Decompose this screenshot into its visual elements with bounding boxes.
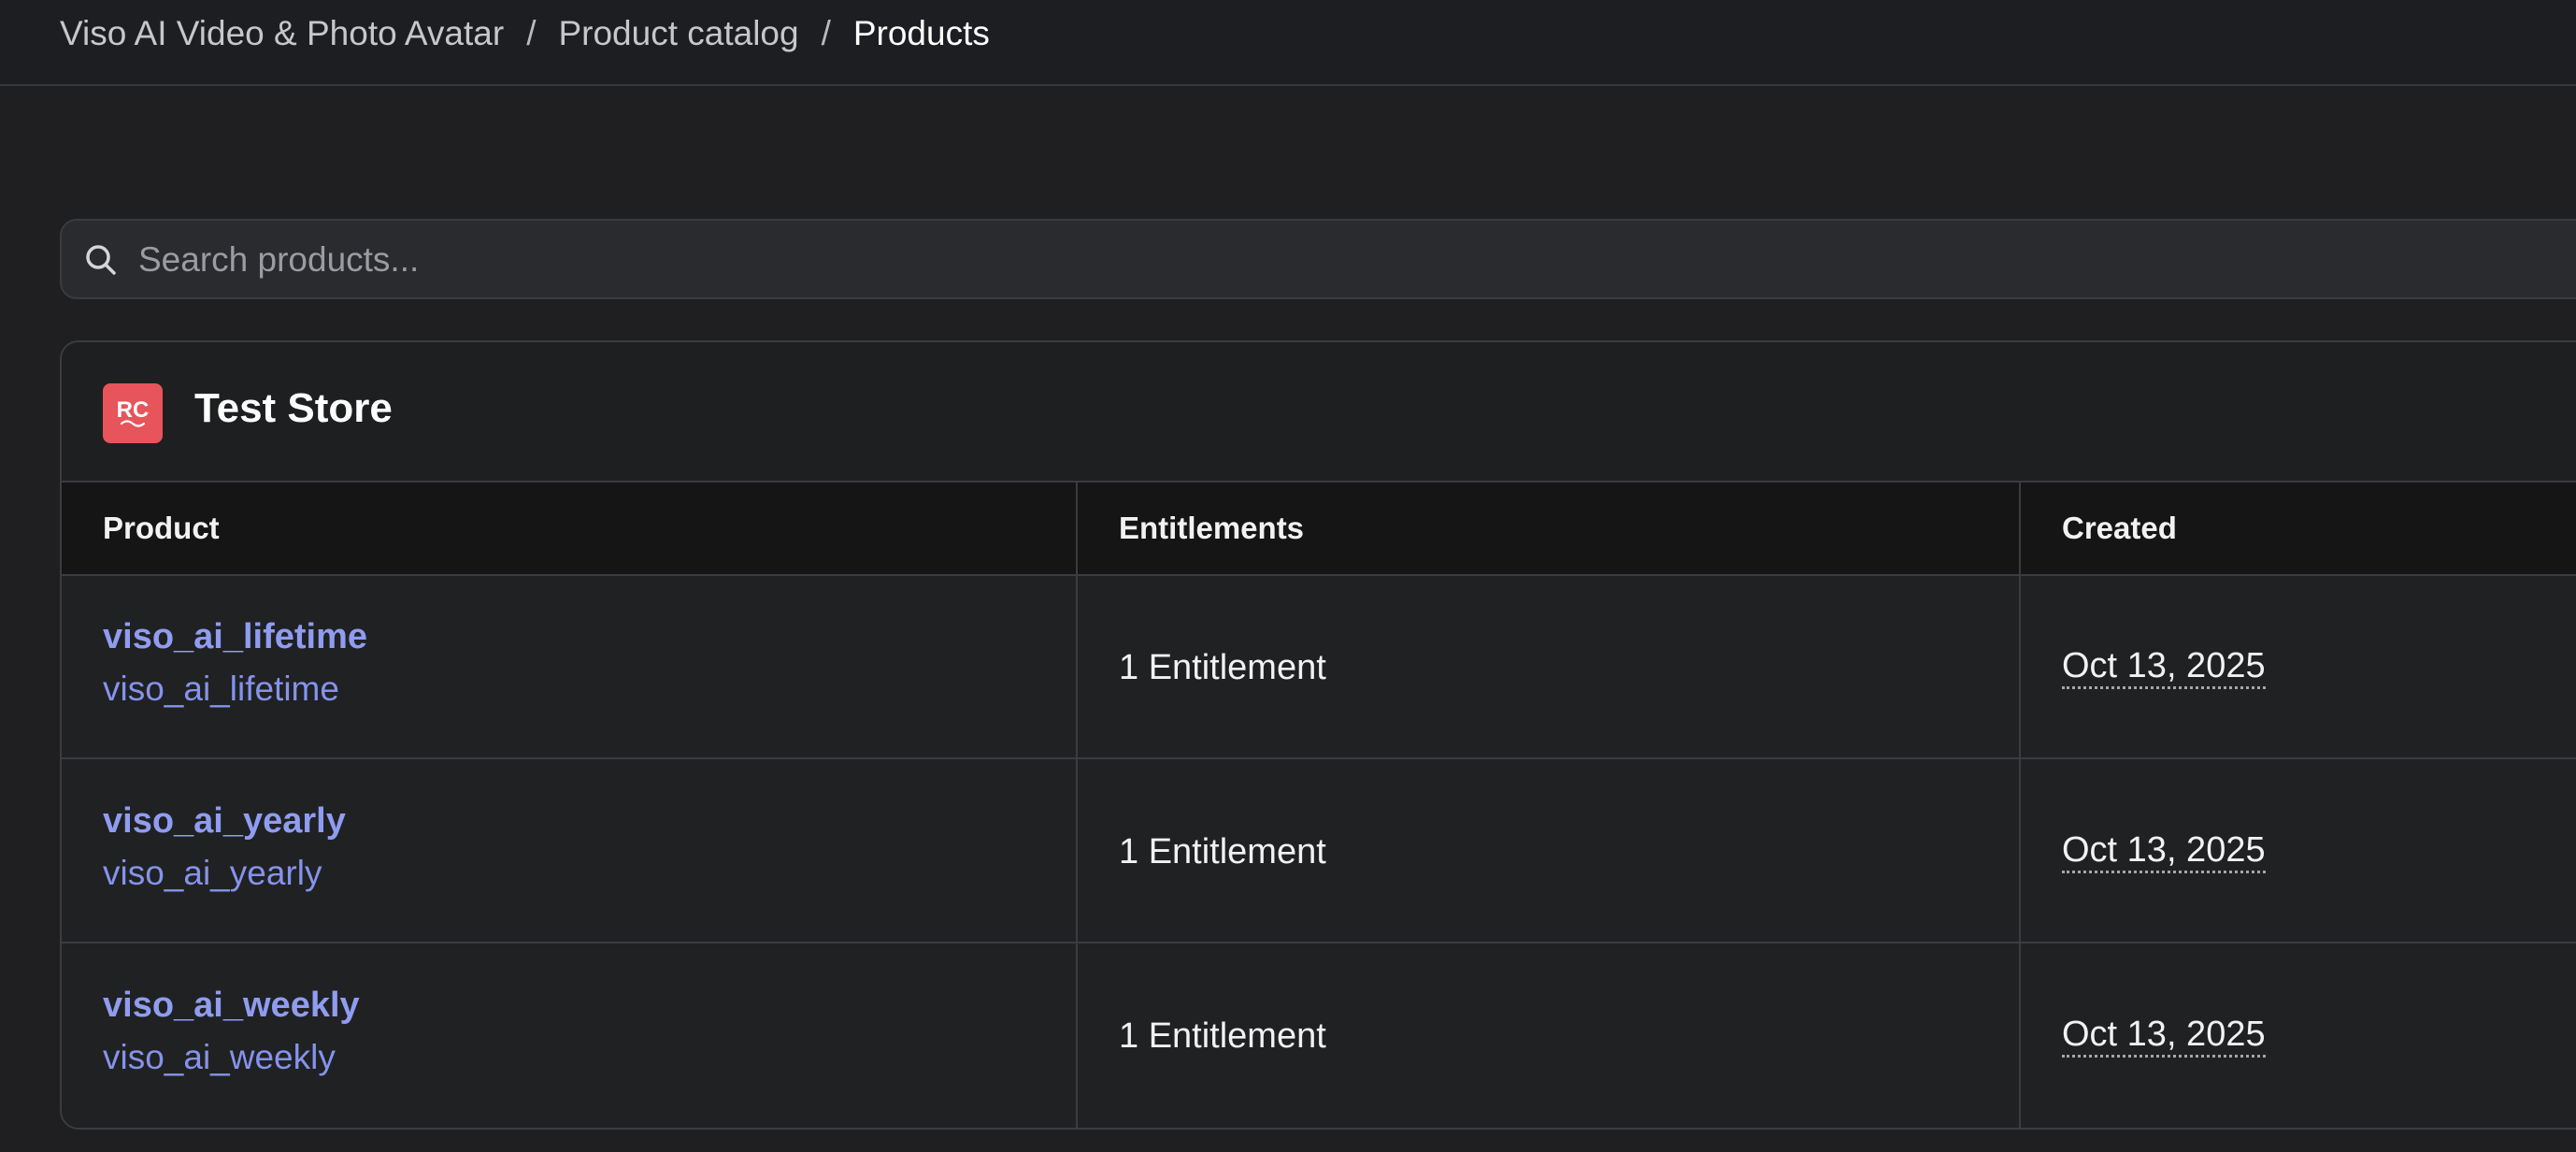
product-name-link[interactable]: viso_ai_weekly (103, 986, 360, 1026)
breadcrumb-item-app[interactable]: Viso AI Video & Photo Avatar (60, 14, 504, 53)
column-divider (1076, 482, 1078, 1128)
store-header: RC Test Store (62, 342, 2576, 482)
svg-text:RC: RC (117, 397, 150, 423)
breadcrumb: Viso AI Video & Photo Avatar / Product c… (60, 11, 990, 56)
revenuecat-logo-icon: RC (117, 397, 150, 427)
breadcrumb-item-products: Products (852, 14, 990, 52)
product-name-link[interactable]: viso_ai_yearly (103, 801, 346, 842)
entitlements-count: 1 Entitlement (1119, 647, 1326, 687)
table-row[interactable]: viso_ai_lifetime viso_ai_lifetime 1 Enti… (62, 576, 2576, 759)
search-input[interactable] (136, 221, 2477, 299)
breadcrumb-separator: / (821, 14, 831, 52)
entitlements-count: 1 Entitlement (1119, 831, 1326, 871)
breadcrumb-separator: / (526, 14, 537, 52)
product-identifier-link[interactable]: viso_ai_weekly (103, 1038, 336, 1077)
table-header: Product Entitlements Created (62, 482, 2576, 576)
breadcrumb-item-product-catalog[interactable]: Product catalog (558, 14, 798, 53)
product-identifier-link[interactable]: viso_ai_yearly (103, 854, 322, 893)
entitlements-count: 1 Entitlement (1119, 1015, 1326, 1056)
top-bar: Viso AI Video & Photo Avatar / Product c… (0, 0, 2576, 86)
column-header-created[interactable]: Created (2062, 482, 2177, 574)
created-date: Oct 13, 2025 (2062, 829, 2266, 873)
product-name-link[interactable]: viso_ai_lifetime (103, 617, 367, 657)
table-row[interactable]: viso_ai_yearly viso_ai_yearly 1 Entitlem… (62, 760, 2576, 943)
table-row[interactable]: viso_ai_weekly viso_ai_weekly 1 Entitlem… (62, 944, 2576, 1128)
store-card: RC Test Store Product Entitlements Creat… (60, 340, 2576, 1130)
column-header-entitlements[interactable]: Entitlements (1119, 482, 1304, 574)
column-divider (2019, 482, 2021, 1128)
store-name: Test Store (194, 385, 393, 431)
search-bar (60, 219, 2576, 299)
column-header-product[interactable]: Product (103, 482, 220, 574)
search-icon (86, 245, 116, 275)
created-date: Oct 13, 2025 (2062, 645, 2266, 689)
store-logo: RC (103, 383, 163, 443)
created-date: Oct 13, 2025 (2062, 1014, 2266, 1058)
product-identifier-link[interactable]: viso_ai_lifetime (103, 670, 339, 709)
